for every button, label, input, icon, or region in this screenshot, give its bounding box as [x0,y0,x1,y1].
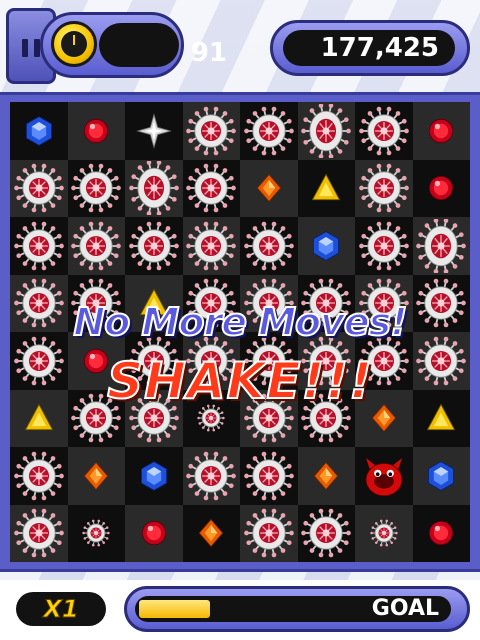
virus-icon [186,221,237,271]
timer-panel: 91 [40,12,227,78]
board-cell[interactable] [182,504,240,562]
blue-gem-icon [25,115,52,146]
board-cell[interactable] [67,504,125,562]
board-cell[interactable] [10,504,68,562]
virus-icon [358,106,409,156]
orange-gem-icon [83,461,109,490]
board-cell[interactable] [10,102,68,160]
virus-icon [358,221,409,271]
goal-label: GOAL [371,596,439,621]
virus-icon [13,508,64,558]
score-value: 177,425 [320,33,439,63]
blue-gem-icon [428,460,455,491]
virus-icon [243,106,294,156]
board-cell[interactable] [240,217,298,275]
blue-gem-icon [313,230,340,261]
board-cell[interactable] [125,447,183,505]
board-cell[interactable] [355,504,413,562]
board-cell[interactable] [240,159,298,217]
virus-icon [301,508,352,558]
board-cell[interactable] [240,102,298,160]
silver-star-icon [135,112,172,149]
virus-icon [243,451,294,501]
red-gem-icon [429,118,454,143]
virus-icon [186,106,237,156]
red-gem-icon [429,176,454,201]
board-cell[interactable] [240,504,298,562]
virus-icon [13,451,64,501]
board-cell[interactable] [125,102,183,160]
multiplier-badge: X1 [16,592,106,626]
shake-message: SHAKE!!! [106,351,373,411]
score-display: 177,425 [283,30,455,66]
pause-icon [22,39,28,57]
red-gem-icon [429,521,454,546]
board-cell[interactable] [355,159,413,217]
multiplier-value: X1 [43,595,79,624]
board-cell[interactable] [10,159,68,217]
board-cell[interactable] [412,504,470,562]
virus-big-icon [128,161,179,216]
board-cell[interactable] [10,217,68,275]
virus-icon [13,163,64,213]
board-cell[interactable] [412,447,470,505]
no-more-moves-message: No More Moves! [72,299,408,345]
virus-big-icon [416,218,467,273]
board-cell[interactable] [67,102,125,160]
board-cell[interactable] [67,447,125,505]
board-cell[interactable] [297,102,355,160]
board-cell[interactable] [67,217,125,275]
timer-value: 91 [190,38,227,68]
board-cell[interactable] [182,159,240,217]
board-cell[interactable] [10,447,68,505]
virus-icon [186,163,237,213]
board-cell[interactable] [297,217,355,275]
virus-icon [243,221,294,271]
goal-progress-fill [139,600,210,618]
virus-icon [358,163,409,213]
board-cell[interactable] [297,159,355,217]
board-cell[interactable] [182,217,240,275]
stopwatch-face [61,31,87,57]
board-cell[interactable] [125,159,183,217]
goal-panel: GOAL [124,586,470,632]
board-cell[interactable] [355,102,413,160]
board-cell[interactable] [355,447,413,505]
virus-icon [13,221,64,271]
yellow-gem-icon [311,173,341,201]
board-cell[interactable] [412,159,470,217]
board-cell[interactable] [67,159,125,217]
timer-display: 91 [99,23,227,68]
red-gem-icon [141,521,166,546]
board-cell[interactable] [182,447,240,505]
goal-progress-track: GOAL [135,596,451,622]
board-cell[interactable] [355,217,413,275]
orange-gem-icon [313,461,339,490]
board-cell[interactable] [297,447,355,505]
board-cell[interactable] [125,217,183,275]
virus-icon [243,508,294,558]
virus-icon [128,221,179,271]
virus-icon [71,163,122,213]
stopwatch-icon [51,21,97,67]
board-cell[interactable] [240,447,298,505]
blue-gem-icon [140,460,167,491]
board-cell[interactable] [182,102,240,160]
red-monster-icon [365,457,403,496]
virus-small-icon [370,519,398,547]
virus-icon [186,451,237,501]
orange-gem-icon [198,519,224,548]
orange-gem-icon [256,174,282,203]
board-cell[interactable] [412,217,470,275]
stopwatch-hand [73,35,75,45]
virus-small-icon [82,519,110,547]
board-cell[interactable] [125,504,183,562]
board-cell[interactable] [297,504,355,562]
virus-icon [71,221,122,271]
board-cell[interactable] [412,102,470,160]
score-panel: 177,425 [270,20,470,76]
red-gem-icon [84,118,109,143]
virus-big-icon [301,103,352,158]
